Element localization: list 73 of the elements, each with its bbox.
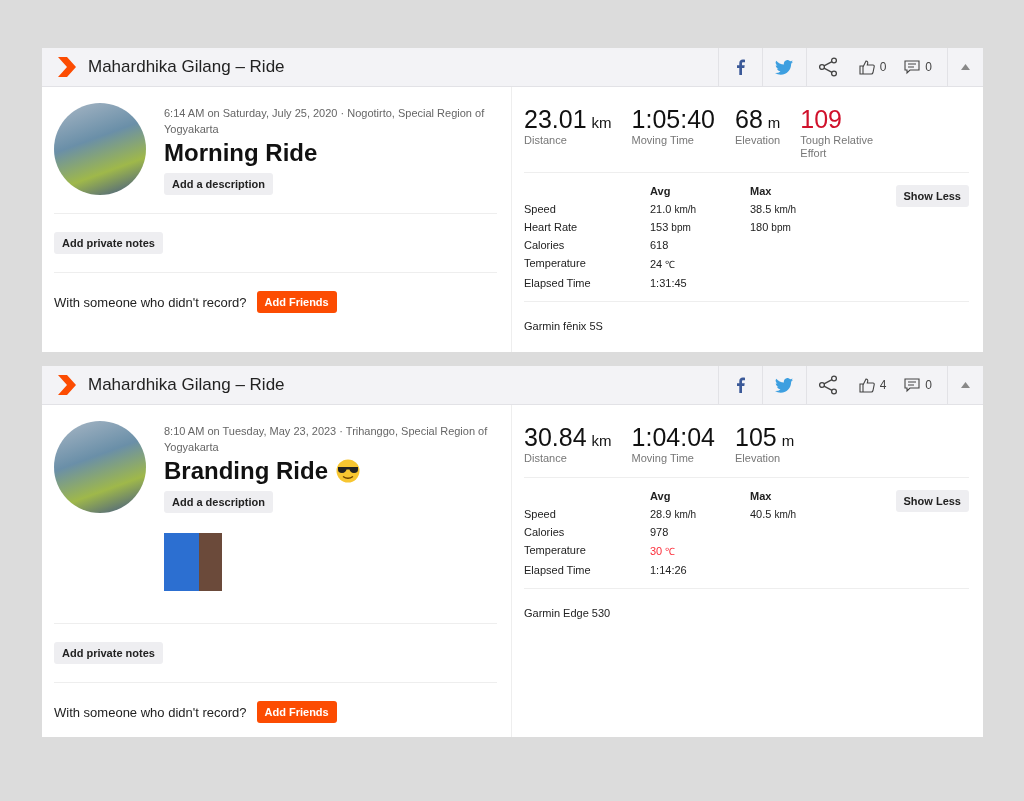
detail-label: Speed <box>524 508 557 520</box>
device-name: Garmin Edge 530 <box>524 606 612 621</box>
facebook-icon <box>735 59 745 75</box>
stat-label: Tough Relative Effort <box>800 134 875 160</box>
stat-value: 30.84 km <box>524 423 612 452</box>
show-less-button[interactable]: Show Less <box>895 185 969 207</box>
detail-avg-value: 24 ℃ <box>650 257 677 271</box>
stat-value: 68 m <box>735 105 781 134</box>
detail-avg-value: 1:14:26 <box>650 564 688 576</box>
stat-label: Moving Time <box>631 452 695 465</box>
comment-icon <box>904 59 921 75</box>
stat-label: Elevation <box>735 134 781 147</box>
detail-max-value: 180 bpm <box>750 221 792 233</box>
column-header: Max <box>750 185 773 197</box>
share-icon <box>818 57 839 77</box>
stat-value: 1:05:40 <box>631 105 715 134</box>
activity-title: Mahardhika Gilang – Ride <box>88 375 286 395</box>
comments-button[interactable]: 0 <box>895 366 941 404</box>
add-description-button[interactable]: Add a description <box>164 491 273 513</box>
column-header: Avg <box>650 490 672 502</box>
detail-avg-value: 28.9 km/h <box>650 508 698 520</box>
activity-name: Morning Ride <box>164 139 318 167</box>
detail-avg-value: 21.0 km/h <box>650 203 698 215</box>
caret-up-icon <box>961 382 970 388</box>
activity-name: Branding Ride <box>164 457 328 485</box>
detail-max-value: 40.5 km/h <box>750 508 798 520</box>
detail-label: Calories <box>524 526 566 538</box>
stat-value: 23.01 km <box>524 105 612 134</box>
column-header: Avg <box>650 185 672 197</box>
detail-label: Temperature <box>524 544 587 558</box>
stat-value: 1:04:04 <box>631 423 715 452</box>
device-name: Garmin fēnix 5S <box>524 319 604 334</box>
detail-label: Temperature <box>524 257 587 271</box>
friends-prompt: With someone who didn't record? <box>54 294 247 310</box>
caret-up-icon <box>961 64 970 70</box>
detail-label: Speed <box>524 203 557 215</box>
activity-date-location: 6:14 AM on Saturday, July 25, 2020 · Nogotirto, Special Region of Yogyakarta <box>164 106 486 137</box>
add-description-button[interactable]: Add a description <box>164 173 273 195</box>
detail-avg-value: 153 bpm <box>650 221 692 233</box>
detail-label: Calories <box>524 239 566 251</box>
activity-title: Mahardhika Gilang – Ride <box>88 57 286 77</box>
add-private-notes-button[interactable]: Add private notes <box>54 642 163 664</box>
chevron-logo-icon <box>58 57 76 77</box>
kudos-button[interactable]: 4 <box>849 366 896 404</box>
facebook-icon <box>735 377 745 393</box>
stat-value: 109 <box>800 105 843 134</box>
detail-label: Heart Rate <box>524 221 579 233</box>
friends-prompt: With someone who didn't record? <box>54 704 247 720</box>
detail-avg-value: 618 <box>650 239 670 251</box>
comments-button[interactable]: 0 <box>895 48 941 86</box>
stat-label: Distance <box>524 134 568 147</box>
stat-label: Distance <box>524 452 568 465</box>
thumbs-up-icon <box>858 377 875 393</box>
kudos-button[interactable]: 0 <box>849 48 896 86</box>
add-private-notes-button[interactable]: Add private notes <box>54 232 163 254</box>
show-less-button[interactable]: Show Less <box>895 490 969 512</box>
detail-avg-value: 1:31:45 <box>650 277 688 289</box>
stat-label: Moving Time <box>631 134 695 147</box>
stat-label: Elevation <box>735 452 782 465</box>
detail-max-value: 38.5 km/h <box>750 203 798 215</box>
detail-label: Elapsed Time <box>524 564 592 576</box>
share-icon <box>818 375 839 395</box>
stat-value: 105 m <box>735 423 795 452</box>
bird-icon <box>775 377 794 393</box>
detail-label: Elapsed Time <box>524 277 592 289</box>
activity-date-location: 8:10 AM on Tuesday, May 23, 2023 · Trihanggo, Special Region of Yogyakarta <box>164 424 489 455</box>
thumbs-up-icon <box>858 59 875 75</box>
chevron-logo-icon <box>58 375 76 395</box>
comment-icon <box>904 377 921 393</box>
detail-avg-value: 978 <box>650 526 670 538</box>
detail-avg-value: 30 ℃ <box>650 544 677 558</box>
bird-icon <box>775 59 794 75</box>
column-header: Max <box>750 490 773 502</box>
